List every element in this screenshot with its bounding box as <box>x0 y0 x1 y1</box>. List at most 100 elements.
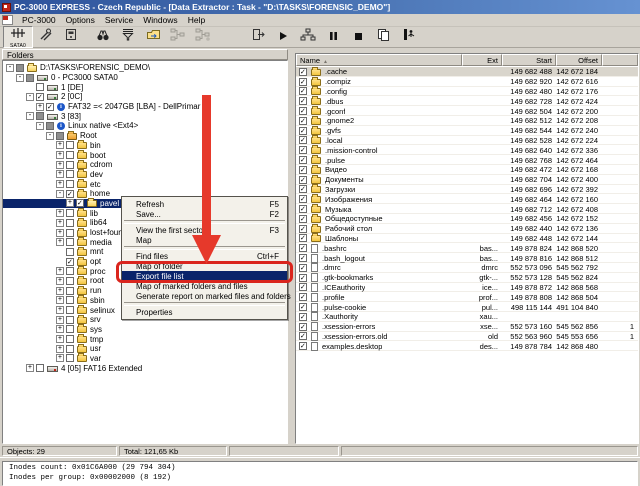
tree-expand-toggle[interactable]: + <box>56 277 64 285</box>
tree-expand-toggle[interactable]: - <box>46 132 54 140</box>
row-checkbox[interactable] <box>299 68 307 76</box>
row-checkbox[interactable] <box>299 166 307 174</box>
menubar-item-help[interactable]: Help <box>183 14 210 26</box>
tree-expand-toggle[interactable]: + <box>56 335 64 343</box>
file-list-row-config[interactable]: .config149 682 480142 672 176 <box>296 87 638 97</box>
row-checkbox[interactable] <box>299 274 307 282</box>
tree-item-0-pc3000-sata0[interactable]: -0 - PC3000 SATA0 <box>3 73 287 83</box>
row-checkbox[interactable] <box>299 215 307 223</box>
row-checkbox[interactable] <box>299 244 307 252</box>
tree-checkbox[interactable] <box>66 296 74 304</box>
file-list-row-общедоступные[interactable]: Общедоступные149 682 456142 672 152 <box>296 214 638 224</box>
row-checkbox[interactable] <box>299 176 307 184</box>
tree-checkbox[interactable] <box>66 345 74 353</box>
file-list-row-xsession-errors-old[interactable]: .xsession-errors.oldold552 563 960545 55… <box>296 332 638 342</box>
tree-expand-toggle[interactable]: - <box>16 74 24 82</box>
tree-checkbox[interactable] <box>66 170 74 178</box>
run-button[interactable] <box>271 27 295 47</box>
row-checkbox[interactable] <box>299 283 307 291</box>
file-list-row-gnome2[interactable]: .gnome2149 682 512142 672 208 <box>296 116 638 126</box>
row-checkbox[interactable] <box>299 332 307 340</box>
tree-item-2-0c[interactable]: -2 [0C] <box>3 92 287 102</box>
row-checkbox[interactable] <box>299 195 307 203</box>
file-list-row-музыка[interactable]: Музыка149 682 712142 672 408 <box>296 204 638 214</box>
row-checkbox[interactable] <box>299 313 307 321</box>
open-task-button[interactable] <box>246 27 270 47</box>
file-list-row-mission-control[interactable]: .mission-control149 682 640142 672 336 <box>296 145 638 155</box>
file-list-row-рабочий-стол[interactable]: Рабочий стол149 682 440142 672 136 <box>296 224 638 234</box>
find-button[interactable] <box>91 27 115 47</box>
tree-checkbox[interactable] <box>76 199 84 207</box>
file-list-row-compiz[interactable]: .compiz149 682 920142 672 616 <box>296 77 638 87</box>
tree-checkbox[interactable] <box>66 335 74 343</box>
tree-checkbox[interactable] <box>36 364 44 372</box>
tree-expand-toggle[interactable]: - <box>26 112 34 120</box>
tree-expand-toggle[interactable]: - <box>6 64 14 72</box>
tree-checkbox[interactable] <box>66 316 74 324</box>
tree-checkbox[interactable] <box>66 354 74 362</box>
tools-button[interactable] <box>34 27 58 47</box>
file-list-row-gvfs[interactable]: .gvfs149 682 544142 672 240 <box>296 126 638 136</box>
tree-expand-toggle[interactable]: + <box>66 199 74 207</box>
file-list-row-документы[interactable]: Документы149 682 704142 672 400 <box>296 175 638 185</box>
tree-item-dev[interactable]: +dev <box>3 170 287 180</box>
column-header-start[interactable]: Start <box>502 54 556 66</box>
column-header-name[interactable]: Name▲ <box>296 54 462 66</box>
file-list-row-profile[interactable]: .profileprof...149 878 808142 868 504 <box>296 292 638 302</box>
tree-checkbox[interactable] <box>66 151 74 159</box>
file-list-row-bashrc[interactable]: .bashrcbas...149 878 824142 868 520 <box>296 243 638 253</box>
file-list-row-шаблоны[interactable]: Шаблоны149 682 448142 672 144 <box>296 234 638 244</box>
tree-item-4-05-fat16-extended[interactable]: +4 [05] FAT16 Extended <box>3 363 287 373</box>
file-list-row-изображения[interactable]: Изображения149 682 464142 672 160 <box>296 194 638 204</box>
tree-expand-toggle[interactable]: + <box>56 180 64 188</box>
tree-checkbox[interactable] <box>66 267 74 275</box>
tree-expand-toggle[interactable]: + <box>56 345 64 353</box>
row-checkbox[interactable] <box>299 254 307 262</box>
tree-checkbox[interactable] <box>66 306 74 314</box>
row-checkbox[interactable] <box>299 185 307 193</box>
tree-item-boot[interactable]: +boot <box>3 150 287 160</box>
tree-expand-toggle[interactable]: + <box>56 238 64 246</box>
menu-item-properties[interactable]: Properties <box>122 307 287 317</box>
structure-button[interactable] <box>296 27 320 47</box>
tree-checkbox[interactable] <box>36 83 44 91</box>
file-list-row-видео[interactable]: Видео149 682 472142 672 168 <box>296 165 638 175</box>
exit-button[interactable] <box>396 27 420 47</box>
row-checkbox[interactable] <box>299 234 307 242</box>
file-list-row-pulse[interactable]: .pulse149 682 768142 672 464 <box>296 155 638 165</box>
row-checkbox[interactable] <box>299 323 307 331</box>
tree-checkbox[interactable] <box>66 180 74 188</box>
tree-expand-toggle[interactable]: - <box>36 122 44 130</box>
row-checkbox[interactable] <box>299 127 307 135</box>
filter-button[interactable] <box>116 27 140 47</box>
tree-expand-toggle[interactable]: + <box>56 209 64 217</box>
row-checkbox[interactable] <box>299 225 307 233</box>
tree-checkbox[interactable] <box>56 132 64 140</box>
tree-expand-toggle[interactable]: - <box>26 93 34 101</box>
tree-item-3-83[interactable]: -3 [83] <box>3 111 287 121</box>
row-checkbox[interactable] <box>299 264 307 272</box>
report-button[interactable] <box>371 27 395 47</box>
column-header-offset[interactable]: Offset <box>556 54 602 66</box>
file-list-row-cache[interactable]: .cache149 682 488142 672 184 <box>296 67 638 77</box>
tree-checkbox[interactable] <box>46 122 54 130</box>
file-list-row-examples-desktop[interactable]: examples.desktopdes...149 878 784142 868… <box>296 341 638 351</box>
tree-checkbox[interactable] <box>66 248 74 256</box>
column-header-ext[interactable]: Ext <box>462 54 502 66</box>
tree-expand-toggle[interactable]: + <box>56 267 64 275</box>
file-list-row-dbus[interactable]: .dbus149 682 728142 672 424 <box>296 96 638 106</box>
tree-checkbox[interactable] <box>66 277 74 285</box>
row-checkbox[interactable] <box>299 97 307 105</box>
map-marked-button[interactable] <box>191 27 215 47</box>
row-checkbox[interactable] <box>299 303 307 311</box>
tree-checkbox[interactable] <box>36 93 44 101</box>
file-list-row-gtk-bookmarks[interactable]: .gtk-bookmarksgtk-...552 573 128545 562 … <box>296 273 638 283</box>
file-list-row-gconf[interactable]: .gconf149 682 504142 672 200 <box>296 106 638 116</box>
tree-checkbox[interactable] <box>36 112 44 120</box>
tree-expand-toggle[interactable]: + <box>56 296 64 304</box>
tree-checkbox[interactable] <box>66 209 74 217</box>
file-list-row-iceauthority[interactable]: .ICEauthorityice...149 878 872142 868 56… <box>296 283 638 293</box>
tree-checkbox[interactable] <box>66 287 74 295</box>
folder-actions-button[interactable] <box>141 27 165 47</box>
tree-item-sys[interactable]: +sys <box>3 325 287 335</box>
